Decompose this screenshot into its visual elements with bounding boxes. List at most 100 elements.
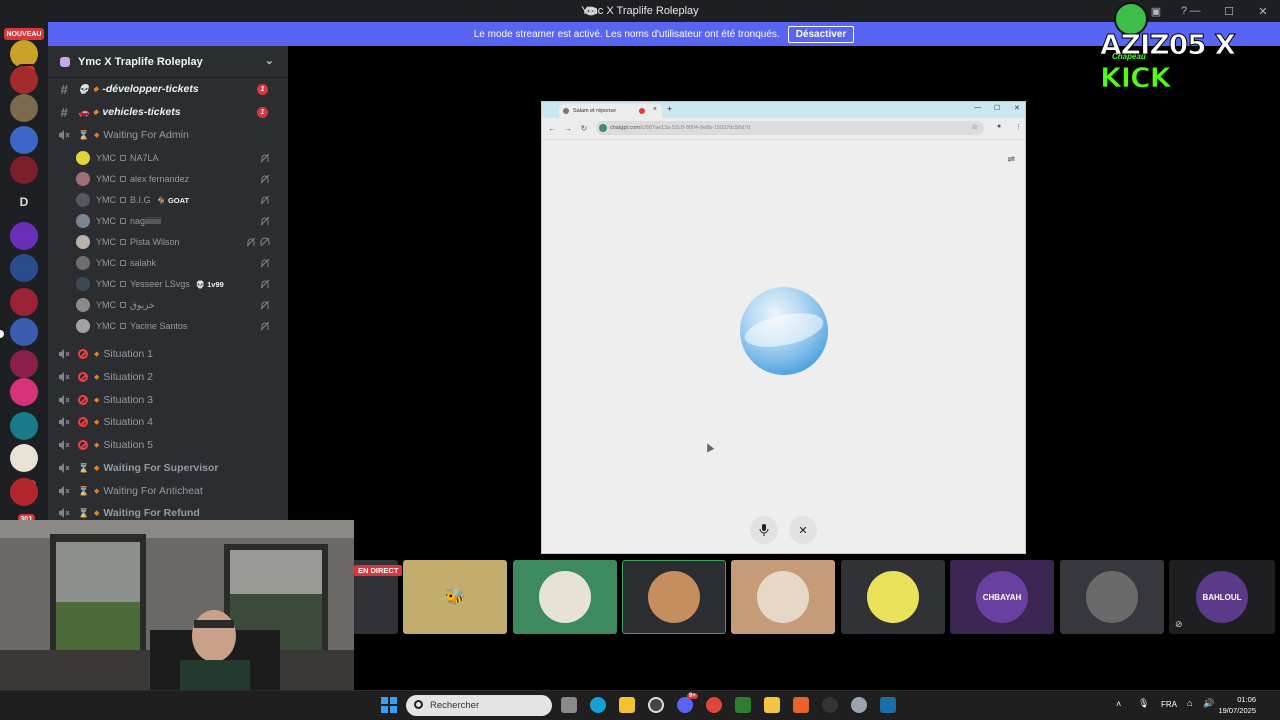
server-icon[interactable] xyxy=(10,66,38,94)
server-icon[interactable] xyxy=(10,126,38,154)
server-icon[interactable] xyxy=(10,378,38,406)
chevron-down-icon[interactable]: ⌄ xyxy=(265,54,274,67)
voice-member[interactable]: YMC Yacine Santos xyxy=(76,316,280,336)
browser-tab[interactable]: Salam et réponse × xyxy=(559,104,662,118)
server-icon[interactable] xyxy=(10,94,38,122)
voice-channel-waiting-supervisor[interactable]: ⌛ ◆ Waiting For Supervisor xyxy=(56,458,280,478)
minimize-icon[interactable]: — xyxy=(974,104,981,111)
reload-icon[interactable]: ↻ xyxy=(576,124,592,133)
edge-icon[interactable] xyxy=(590,697,606,713)
search-icon xyxy=(414,700,423,709)
voice-member[interactable]: YMC B.I.G 🐐 GOAT xyxy=(76,190,280,210)
voice-channel-waiting-refund[interactable]: ⌛ ◆ Waiting For Refund xyxy=(56,503,280,520)
participant-tile[interactable]: BAHLOUL ⊘ xyxy=(1169,560,1275,634)
participant-tile[interactable] xyxy=(841,560,945,634)
channel-name: Waiting For Supervisor xyxy=(103,462,219,474)
microphone-icon[interactable]: 🎙 xyxy=(1138,698,1149,709)
voice-member[interactable]: YMC salahk xyxy=(76,253,280,273)
maximize-icon[interactable]: ☐ xyxy=(994,104,1000,112)
voice-channel-situation-1[interactable]: ◆ Situation 1 xyxy=(56,344,280,364)
steam-icon[interactable] xyxy=(880,697,896,713)
bookmark-star-icon[interactable]: ☆ xyxy=(972,123,978,131)
task-view-icon[interactable] xyxy=(561,697,577,713)
member-prefix: YMC xyxy=(96,321,116,331)
participant-tile[interactable] xyxy=(1060,560,1164,634)
app-icon[interactable] xyxy=(735,697,751,713)
avatar xyxy=(76,319,90,333)
participant-tile[interactable]: 🐝 xyxy=(403,560,507,634)
end-voice-button[interactable]: ✕ xyxy=(789,516,817,544)
avatar xyxy=(76,277,90,291)
no-entry-icon xyxy=(78,372,88,382)
server-icon[interactable] xyxy=(10,350,38,378)
site-info-icon[interactable] xyxy=(599,124,607,132)
voice-channel-situation-2[interactable]: ◆ Situation 2 xyxy=(56,367,280,387)
server-icon[interactable] xyxy=(10,254,38,282)
close-tab-icon[interactable]: × xyxy=(653,106,657,113)
voice-member[interactable]: YMC Pista Wilson xyxy=(76,232,280,252)
close-icon[interactable]: ✕ xyxy=(1014,104,1020,112)
file-explorer-icon[interactable] xyxy=(764,697,780,713)
server-header[interactable]: Ymc X Traplife Roleplay ⌄ xyxy=(48,46,288,78)
chrome-icon[interactable] xyxy=(706,697,722,713)
channel-item[interactable]: # 💀 ◆ -développer-tickets 1 xyxy=(56,79,280,99)
participant-tile[interactable]: CHBAYAH xyxy=(950,560,1054,634)
taskbar-clock[interactable]: 01:06 19/07/2025 xyxy=(1218,694,1256,716)
tag-box xyxy=(120,155,126,161)
language-indicator[interactable]: FRA xyxy=(1161,700,1177,709)
voice-channel-situation-5[interactable]: ◆ Situation 5 xyxy=(56,435,280,455)
forward-icon[interactable]: → xyxy=(560,124,576,133)
server-icon[interactable] xyxy=(10,444,38,472)
server-icon[interactable] xyxy=(10,318,38,346)
voice-member[interactable]: YMC خزيوق xyxy=(76,295,280,315)
server-icon[interactable] xyxy=(10,288,38,316)
participant-tile[interactable] xyxy=(731,560,835,634)
voice-member[interactable]: YMC NA7LA xyxy=(76,148,280,168)
voice-orb xyxy=(740,287,828,375)
avatar xyxy=(76,256,90,270)
store-icon[interactable] xyxy=(619,697,635,713)
windows-start-icon[interactable] xyxy=(381,697,397,713)
member-name: NA7LA xyxy=(130,153,159,163)
member-name: salahk xyxy=(130,258,157,268)
no-entry-icon xyxy=(78,417,88,427)
voice-channel-situation-3[interactable]: ◆ Situation 3 xyxy=(56,390,280,410)
taskbar-search[interactable]: Rechercher xyxy=(406,695,552,716)
voice-member[interactable]: YMC nagiiiiiiii xyxy=(76,211,280,231)
disable-streamer-mode-button[interactable]: Désactiver xyxy=(787,25,855,43)
address-bar[interactable]: chatgpt.com/c/687ae13a-52c8-8004-8e8b-15… xyxy=(596,121,984,135)
new-tab-icon[interactable]: + xyxy=(667,104,672,114)
server-icon[interactable]: D xyxy=(10,188,38,216)
tray-chevron-icon[interactable]: ˄ xyxy=(1116,699,1121,709)
voice-member[interactable]: YMC alex fernandez xyxy=(76,169,280,189)
back-icon[interactable]: ← xyxy=(544,124,560,133)
server-icon[interactable] xyxy=(10,412,38,440)
participant-tile[interactable] xyxy=(513,560,617,634)
channel-item[interactable]: # 🚗 ◆ vehicles-tickets 1 xyxy=(56,102,280,122)
tag-box xyxy=(120,218,126,224)
profile-icon[interactable]: ● xyxy=(997,123,1001,130)
settings-icon[interactable] xyxy=(851,697,867,713)
clock-date: 19/07/2025 xyxy=(1218,706,1256,715)
microphone-button[interactable] xyxy=(750,516,778,544)
server-icon[interactable] xyxy=(10,478,38,506)
volume-icon[interactable]: 🔊 xyxy=(1203,698,1214,709)
obs-icon[interactable] xyxy=(648,697,664,713)
app-icon[interactable] xyxy=(793,697,809,713)
avatar xyxy=(757,571,809,623)
server-icon[interactable] xyxy=(10,156,38,184)
voice-channel-waiting-admin[interactable]: ⌛ ◆ Waiting For Admin xyxy=(56,125,280,145)
discord-icon[interactable] xyxy=(677,697,693,713)
member-name: alex fernandez xyxy=(130,174,190,184)
voice-member[interactable]: YMC Yesseer LSvgs 💀 1v99 xyxy=(76,274,280,294)
voice-channel-situation-4[interactable]: ◆ Situation 4 xyxy=(56,412,280,432)
participant-tile-speaking[interactable] xyxy=(622,560,726,634)
tag-box xyxy=(120,239,126,245)
menu-icon[interactable]: ⋮ xyxy=(1015,123,1022,131)
server-icon[interactable] xyxy=(10,222,38,250)
network-icon[interactable]: ⌂ xyxy=(1187,698,1192,708)
voice-channel-waiting-anticheat[interactable]: ⌛ ◆ Waiting For Anticheat xyxy=(56,481,280,501)
settings-sliders-icon[interactable]: ⇌ xyxy=(1007,154,1015,165)
app-icon[interactable] xyxy=(822,697,838,713)
speaker-muted-icon xyxy=(56,416,72,428)
